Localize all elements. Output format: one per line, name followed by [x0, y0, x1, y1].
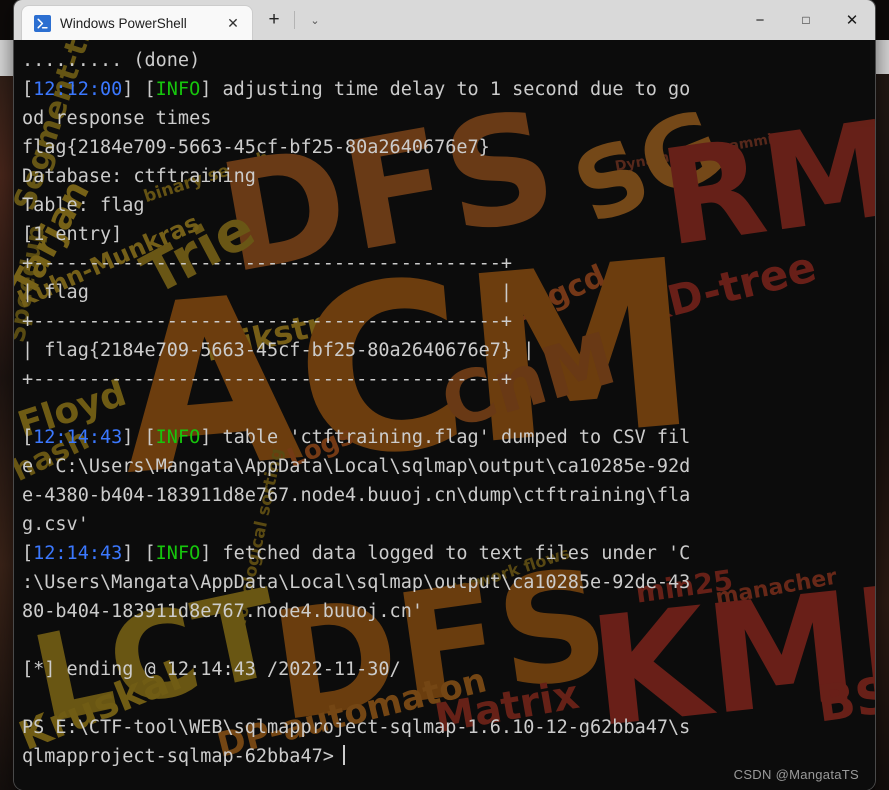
line-space-1 [22, 394, 865, 423]
info-text: INFO [155, 79, 201, 100]
terminal-output: ......... (done) [12:12:00] [INFO] adjust… [14, 40, 875, 790]
output-text: e 'C:\Users\Mangata\AppData\Local\sqlmap… [22, 456, 691, 477]
ts-text: 12:14:43 [33, 427, 123, 448]
output-text: od response times [22, 108, 212, 129]
output-text: ] table 'ctftraining.flag' dumped to CSV… [200, 427, 691, 448]
tab-windows-powershell[interactable]: Windows PowerShell ✕ [22, 6, 252, 40]
line-space-2 [22, 626, 865, 655]
info-text: INFO [155, 543, 201, 564]
maximize-button[interactable]: □ [783, 0, 829, 40]
line-done: ......... (done) [22, 46, 865, 75]
line-csv-2: e 'C:\Users\Mangata\AppData\Local\sqlmap… [22, 452, 865, 481]
output-text: | flag{2184e709-5663-45cf-bf25-80a264067… [22, 340, 535, 361]
output-text: ......... (done) [22, 50, 201, 71]
output-text: +---------------------------------------… [22, 311, 513, 332]
prompt-path: qlmapproject-sqlmap-62bba47> [22, 746, 334, 767]
line-border-bottom: +---------------------------------------… [22, 365, 865, 394]
line-database: Database: ctftraining [22, 162, 865, 191]
line-border-top: +---------------------------------------… [22, 249, 865, 278]
tab-strip: Windows PowerShell ✕ + ⌄ [14, 0, 331, 40]
output-text: e-4380-b404-183911d8e767.node4.buuoj.cn\… [22, 485, 691, 506]
output-text: [1 entry] [22, 224, 123, 245]
output-text: PS E:\CTF-tool\WEB\sqlmapproject-sqlmap-… [22, 717, 691, 738]
output-text: ] adjusting time delay to 1 second due t… [200, 79, 691, 100]
output-text: :\Users\Mangata\AppData\Local\sqlmap\out… [22, 572, 691, 593]
line-prompt-1: PS E:\CTF-tool\WEB\sqlmapproject-sqlmap-… [22, 713, 865, 742]
output-text: 80-b404-183911d8e767.node4.buuoj.cn' [22, 601, 423, 622]
line-fetched-1: [12:14:43] [INFO] fetched data logged to… [22, 539, 865, 568]
line-row-flag: | flag{2184e709-5663-45cf-bf25-80a264067… [22, 336, 865, 365]
line-fetched-2: :\Users\Mangata\AppData\Local\sqlmap\out… [22, 568, 865, 597]
ts-text: 12:12:00 [33, 79, 123, 100]
line-entry: [1 entry] [22, 220, 865, 249]
text-cursor [342, 745, 345, 765]
info-text: INFO [155, 427, 201, 448]
output-text: [*] ending @ 12:14:43 /2022-11-30/ [22, 659, 401, 680]
minimize-button[interactable]: − [737, 0, 783, 40]
line-space-3 [22, 684, 865, 713]
brk-text: [ [22, 543, 34, 564]
tab-title: Windows PowerShell [60, 15, 187, 31]
output-text: +---------------------------------------… [22, 253, 513, 274]
close-tab-icon[interactable]: ✕ [222, 12, 244, 34]
output-text: ] fetched data logged to text files unde… [200, 543, 691, 564]
line-ending: [*] ending @ 12:14:43 /2022-11-30/ [22, 655, 865, 684]
output-text: +---------------------------------------… [22, 369, 513, 390]
csdn-watermark: CSDN @MangataTS [733, 767, 859, 782]
close-window-button[interactable]: ✕ [829, 0, 875, 40]
output-text: Database: ctftraining [22, 166, 256, 187]
line-csv-4: g.csv' [22, 510, 865, 539]
output-text: | flag | [22, 282, 513, 303]
line-delay-wrap: od response times [22, 104, 865, 133]
brk-text: [ [22, 427, 34, 448]
ts-text: 12:14:43 [33, 543, 123, 564]
terminal-surface[interactable]: Segment-tree Speedup Tarjan binary search Dy… [14, 40, 875, 790]
line-csv-1: [12:14:43] [INFO] table 'ctftraining.fla… [22, 423, 865, 452]
brk-text: ] [ [122, 543, 156, 564]
line-fetched-3: 80-b404-183911d8e767.node4.buuoj.cn' [22, 597, 865, 626]
new-tab-button[interactable]: + [258, 5, 290, 35]
window-controls: − □ ✕ [737, 0, 875, 40]
line-table: Table: flag [22, 191, 865, 220]
tab-actions: + ⌄ [252, 0, 331, 40]
powershell-icon [34, 14, 51, 32]
title-bar: Windows PowerShell ✕ + ⌄ − □ ✕ [14, 0, 875, 40]
line-border-mid: +---------------------------------------… [22, 307, 865, 336]
brk-text: ] [ [122, 427, 156, 448]
output-text: flag{2184e709-5663-45cf-bf25-80a2640676e… [22, 137, 490, 158]
output-text: g.csv' [22, 514, 89, 535]
line-csv-3: e-4380-b404-183911d8e767.node4.buuoj.cn\… [22, 481, 865, 510]
line-col-header: | flag | [22, 278, 865, 307]
line-flag: flag{2184e709-5663-45cf-bf25-80a2640676e… [22, 133, 865, 162]
background-window-right-edge [875, 40, 889, 790]
tab-actions-divider [294, 11, 295, 29]
brk-text: ] [ [122, 79, 156, 100]
brk-text: [ [22, 79, 34, 100]
line-delay: [12:12:00] [INFO] adjusting time delay t… [22, 75, 865, 104]
terminal-window: Windows PowerShell ✕ + ⌄ − □ ✕ Segment-t… [14, 0, 875, 790]
chevron-down-icon[interactable]: ⌄ [299, 5, 331, 35]
output-text: Table: flag [22, 195, 145, 216]
